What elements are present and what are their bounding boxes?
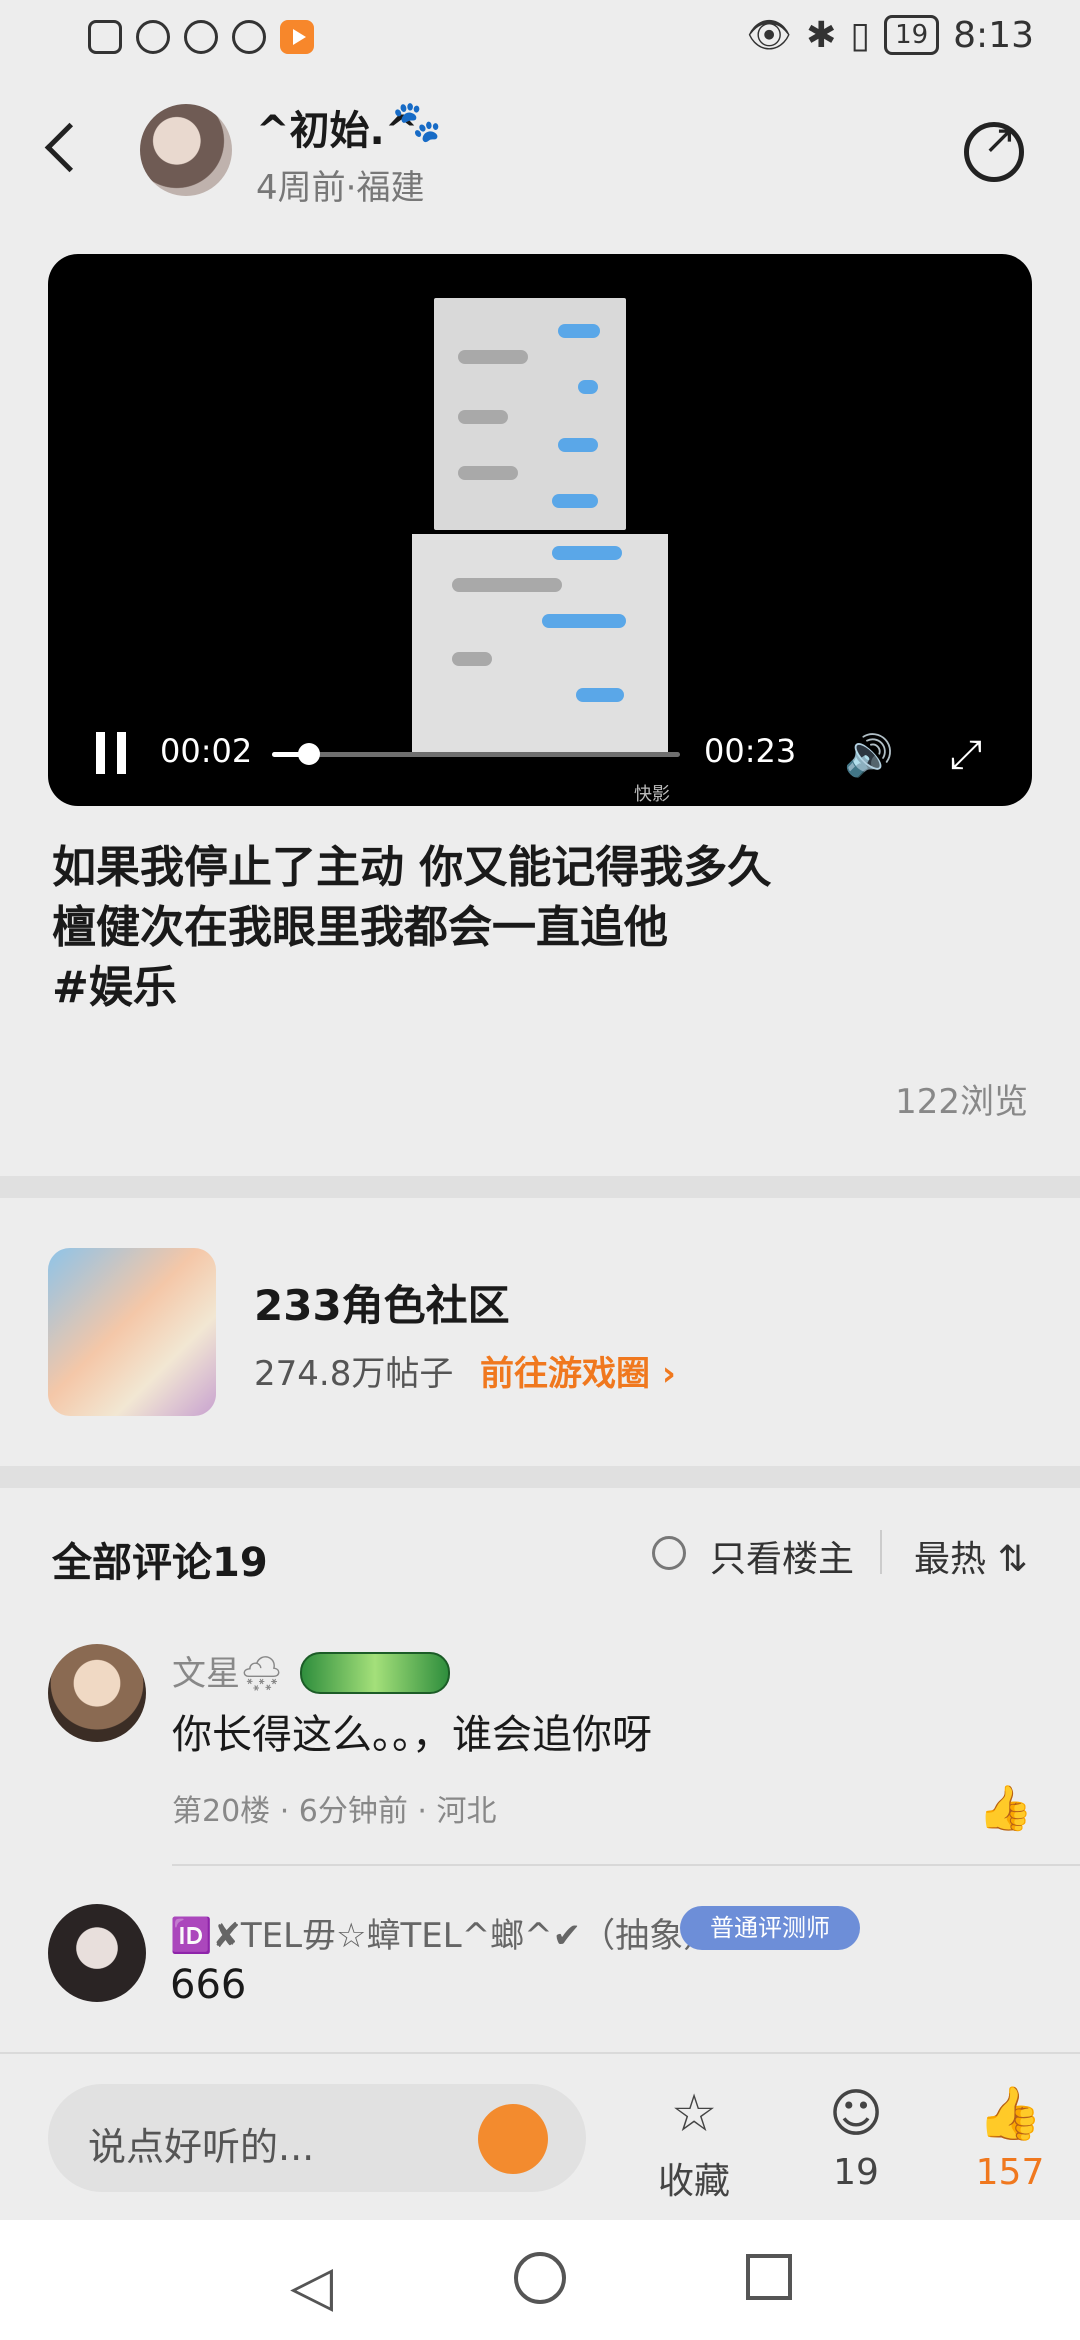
only-host-radio[interactable] [652,1536,686,1570]
community-post-count: 274.8万帖子 [254,1354,454,1394]
battery-indicator: 19 [884,15,940,55]
back-arrow-icon[interactable] [44,122,95,173]
vibrate-icon: ▯ [850,14,871,56]
commenter-avatar[interactable] [48,1644,146,1742]
video-player[interactable]: 00:02 00:23 🔊 ⤢ 快影 [48,254,1032,806]
like-count: 157 [975,2152,1045,2193]
comment-text: 666 [170,1962,247,2008]
comment-text: 你长得这么。。，谁会追你呀 [172,1712,652,1758]
go-to-community-link[interactable]: 前往游戏圈 › [480,1346,676,1395]
pause-icon[interactable] [96,732,126,774]
status-icons-right: 👁 ✱ ▯ 19 8:13 [746,14,1034,57]
comment-meta: 第20楼 · 6分钟前 · 河北 [172,1794,497,1829]
comment-count: 19 [833,2152,879,2193]
eye-icon: 👁 [746,15,793,56]
level-badge [300,1652,450,1694]
comment-input[interactable]: 说点好听的... [48,2084,586,2192]
post-meta: 4周前·福建 [256,168,425,208]
volume-icon[interactable]: 🔊 [844,732,894,779]
sort-toggle[interactable]: 最热 ⇅ [914,1530,1028,1582]
status-bar: 👁 ✱ ▯ 19 8:13 [0,0,1080,86]
section-divider [0,1466,1080,1488]
thumbs-up-filled-icon: 👍 [977,2084,1043,2144]
alert-icon [88,20,122,54]
author-avatar[interactable] [140,104,232,196]
status-icons-left [88,20,314,54]
video-progress-bar[interactable] [272,743,680,765]
thumbs-up-icon[interactable]: 👍 [978,1782,1033,1834]
share-icon[interactable] [964,117,1024,182]
bottom-action-bar: 说点好听的... ☆ 收藏 ☺ 19 👍 157 [0,2052,1080,2222]
nav-back-icon[interactable]: ◁ [290,2254,333,2319]
star-icon: ☆ [670,2084,718,2144]
bluetooth-icon: ✱ [806,14,837,56]
emoji-mascot-icon[interactable] [478,2104,548,2174]
app-notification-icon [280,20,314,54]
commenter-name[interactable]: 🆔✘TEL毋☆蟑TEL^螂^✔（抽象） [170,1908,717,1957]
video-controls: 00:02 00:23 🔊 ⤢ [48,722,1032,792]
post-caption: 如果我停止了主动 你又能记得我多久 檀健次在我眼里我都会一直追他 #娱乐 [52,842,772,1013]
commenter-name[interactable]: 文星🌨 [172,1646,283,1695]
status-time: 8:13 [953,14,1034,56]
progress-knob[interactable] [297,743,320,765]
favorite-label: 收藏 [657,2161,730,2202]
reviewer-badge: 普通评测师 [680,1906,860,1950]
comment-button[interactable]: ☺ 19 [806,2084,906,2193]
nav-home-icon[interactable] [514,2252,566,2304]
fullscreen-icon[interactable]: ⤢ [950,732,982,778]
only-host-label[interactable]: 只看楼主 [710,1530,854,1582]
commenter-avatar[interactable] [48,1904,146,2002]
like-button[interactable]: 👍 157 [960,2084,1060,2193]
video-watermark: 快影 [634,784,670,805]
duration: 00:23 [704,732,797,770]
system-nav-bar: ◁ [0,2220,1080,2340]
nav-recents-icon[interactable] [746,2254,792,2300]
community-name[interactable]: 233角色社区 [254,1272,510,1333]
separator [880,1530,882,1574]
community-icon[interactable] [48,1248,216,1416]
data-saver-icon [184,20,218,54]
comment-divider [172,1864,1080,1866]
view-count: 122浏览 [895,1082,1028,1122]
comment-bubble-icon: ☺ [828,2084,884,2144]
current-time: 00:02 [160,732,253,770]
key-icon [232,20,266,54]
comments-title: 全部评论19 [52,1540,268,1586]
paw-icon: 🐾 [392,99,442,145]
comment-input-placeholder: 说点好听的... [88,2125,315,2169]
video-frame-top [434,298,626,530]
section-divider [0,1176,1080,1198]
wifi-icon [136,20,170,54]
favorite-button[interactable]: ☆ 收藏 [644,2084,744,2204]
